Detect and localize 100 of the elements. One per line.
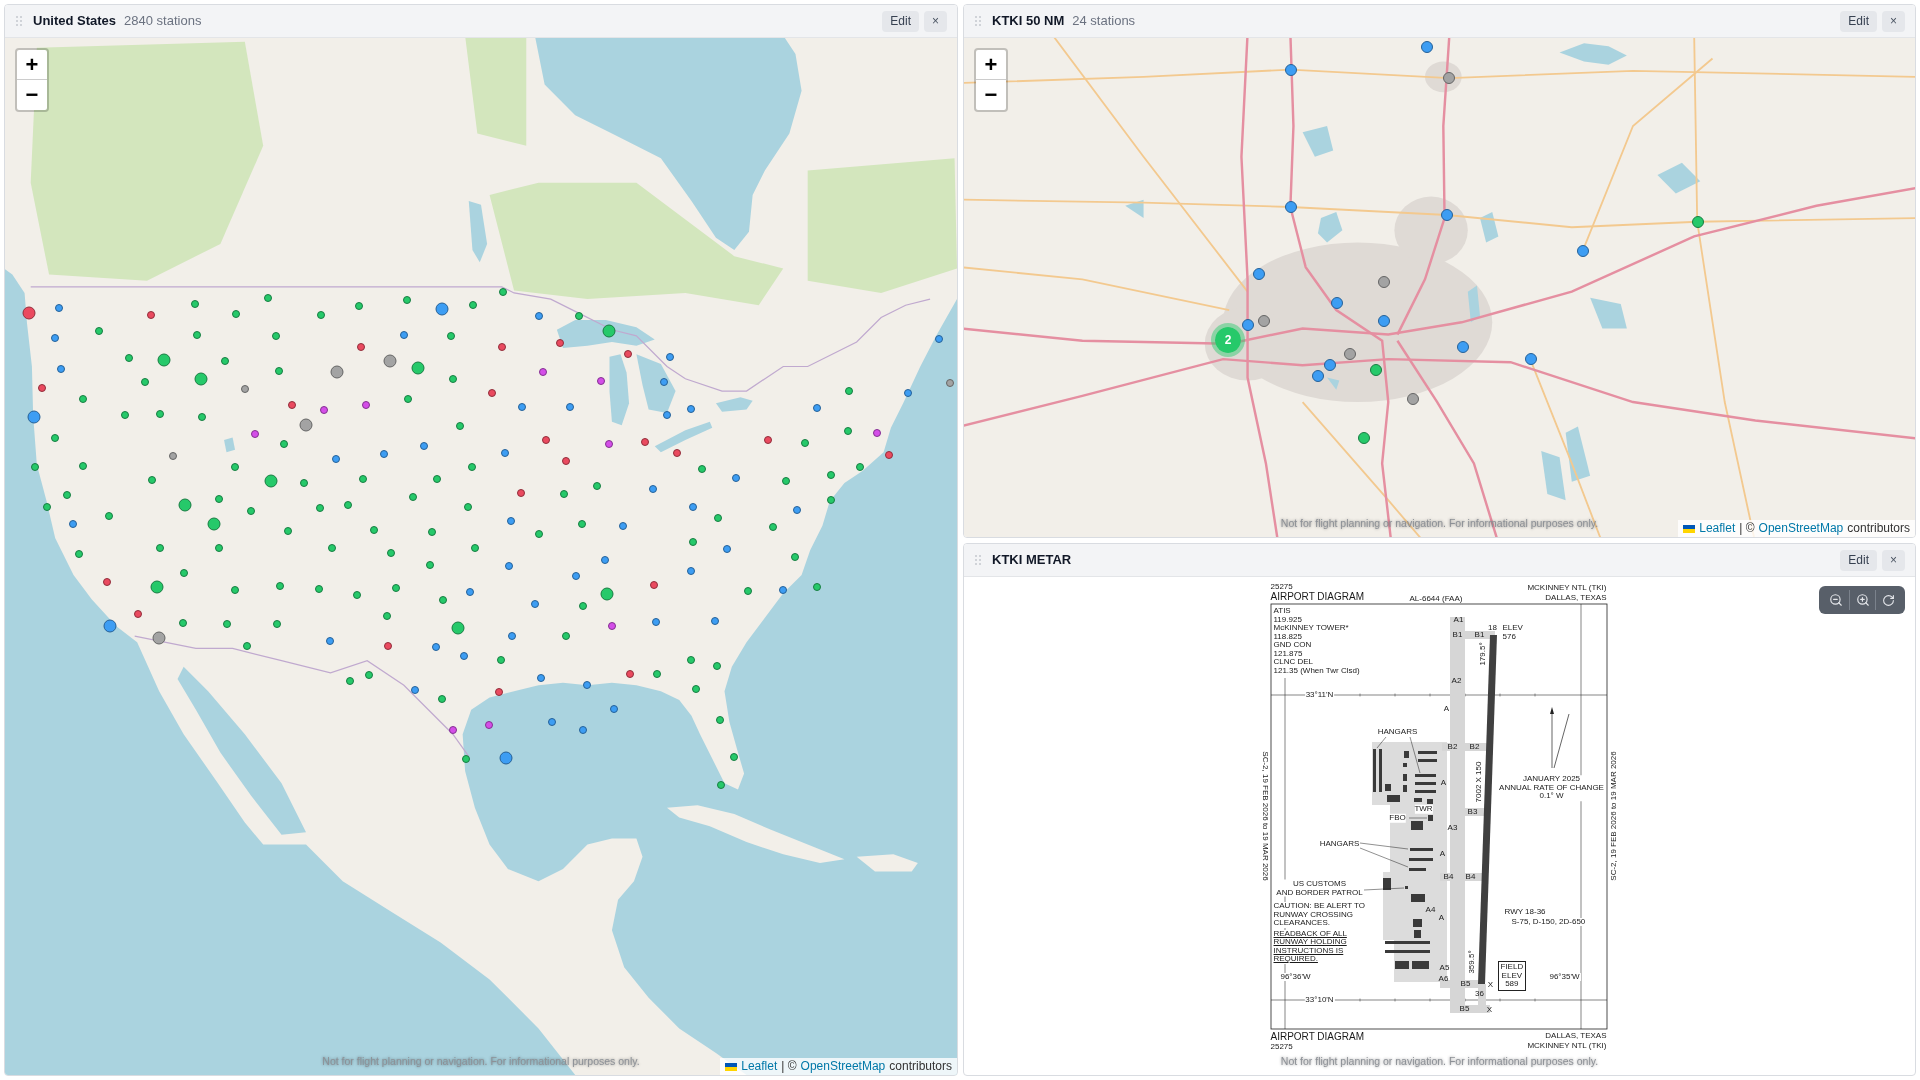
station-marker-icon[interactable] [672,448,681,457]
station-marker-icon[interactable] [274,366,283,375]
station-marker-icon[interactable] [179,618,188,627]
station-marker-icon[interactable] [562,631,571,640]
station-marker-icon[interactable] [496,655,505,664]
station-marker-icon[interactable] [729,753,738,762]
station-marker-icon[interactable] [778,586,787,595]
station-marker-icon[interactable] [280,440,289,449]
station-marker-icon[interactable] [400,330,409,339]
station-marker-icon[interactable] [353,590,361,599]
station-marker-icon[interactable] [618,521,627,530]
edit-button[interactable]: Edit [882,10,919,32]
close-button[interactable]: × [1882,549,1905,571]
station-marker-icon[interactable] [332,454,341,463]
station-marker-icon[interactable] [516,488,525,497]
station-marker-icon[interactable] [713,513,722,522]
close-button[interactable]: × [1882,10,1905,32]
station-marker-icon[interactable] [601,556,609,565]
station-marker-icon[interactable] [50,434,59,442]
station-marker-icon[interactable] [155,409,164,418]
zoom-out-button[interactable]: − [17,80,47,110]
station-marker-icon[interactable] [408,492,417,501]
attribution-link[interactable]: Leaflet [741,1058,778,1075]
station-marker-icon[interactable] [447,332,456,341]
station-marker-icon[interactable] [419,441,428,450]
station-marker-icon[interactable] [605,439,614,448]
station-marker-icon[interactable] [432,642,440,651]
station-marker-icon[interactable] [507,632,516,641]
station-marker-icon[interactable] [578,602,587,611]
station-marker-icon[interactable] [433,475,442,484]
station-marker-icon[interactable] [716,715,725,724]
station-marker-icon[interactable] [653,669,662,678]
station-marker-icon[interactable] [410,685,419,694]
station-marker-icon[interactable] [272,619,281,628]
station-marker-icon[interactable] [327,544,336,553]
station-marker-icon[interactable] [845,387,854,396]
station-marker-icon[interactable] [247,507,256,516]
station-marker-icon[interactable] [180,569,189,578]
station-marker-icon[interactable] [134,609,143,618]
station-marker-icon[interactable] [561,456,570,465]
station-marker-icon[interactable] [662,410,671,419]
station-marker-icon[interactable] [625,669,634,678]
station-marker-icon[interactable] [732,474,741,483]
station-marker-icon[interactable] [697,464,706,473]
station-marker-icon[interactable] [55,304,64,313]
station-marker-icon[interactable] [812,583,821,592]
station-marker-icon[interactable] [354,301,363,310]
drag-handle-icon[interactable] [16,16,22,26]
station-marker-icon[interactable] [263,293,272,302]
station-marker-icon[interactable] [713,662,722,671]
station-marker-icon[interactable] [94,326,103,335]
station-marker-icon[interactable] [315,503,324,512]
station-marker-icon[interactable] [56,365,65,374]
station-marker-icon[interactable] [276,581,285,590]
station-marker-icon[interactable] [250,430,259,439]
station-marker-icon[interactable] [689,538,698,547]
station-marker-icon[interactable] [884,451,893,460]
station-marker-icon[interactable] [356,343,365,352]
station-marker-icon[interactable] [623,349,632,358]
station-marker-icon[interactable] [283,527,292,536]
station-marker-icon[interactable] [359,475,368,484]
station-marker-icon[interactable] [686,404,695,413]
station-marker-icon[interactable] [574,311,583,320]
station-marker-icon[interactable] [572,572,581,581]
station-marker-icon[interactable] [387,548,396,557]
station-marker-icon[interactable] [687,566,696,575]
station-marker-icon[interactable] [425,560,434,569]
station-marker-icon[interactable] [530,599,539,608]
station-marker-icon[interactable] [555,339,564,348]
station-marker-icon[interactable] [317,310,326,319]
station-marker-icon[interactable] [582,681,591,690]
station-marker-icon[interactable] [125,353,134,362]
station-marker-icon[interactable] [102,577,111,586]
station-marker-icon[interactable] [946,378,955,387]
station-marker-icon[interactable] [505,562,514,570]
station-marker-icon[interactable] [596,377,605,386]
station-marker-icon[interactable] [240,385,249,393]
station-marker-icon[interactable] [379,449,388,458]
station-marker-icon[interactable] [578,725,587,734]
station-marker-icon[interactable] [462,754,470,763]
station-marker-icon[interactable] [534,311,543,320]
station-marker-icon[interactable] [688,503,697,512]
station-marker-icon[interactable] [467,462,476,471]
station-marker-icon[interactable] [326,636,335,645]
station-marker-icon[interactable] [468,300,477,309]
station-marker-icon[interactable] [271,332,280,341]
station-marker-icon[interactable] [78,462,87,471]
station-marker-icon[interactable] [230,463,239,472]
station-marker-icon[interactable] [541,435,550,444]
station-marker-icon[interactable] [448,726,457,735]
station-marker-icon[interactable] [383,642,392,651]
station-marker-icon[interactable] [460,652,469,660]
station-marker-icon[interactable] [763,435,772,444]
station-marker-icon[interactable] [506,517,515,526]
station-marker-icon[interactable] [665,352,674,361]
station-marker-icon[interactable] [465,588,474,597]
station-marker-icon[interactable] [215,544,224,553]
station-marker-icon[interactable] [427,527,436,536]
station-marker-icon[interactable] [231,309,240,318]
station-marker-icon[interactable] [344,501,353,510]
